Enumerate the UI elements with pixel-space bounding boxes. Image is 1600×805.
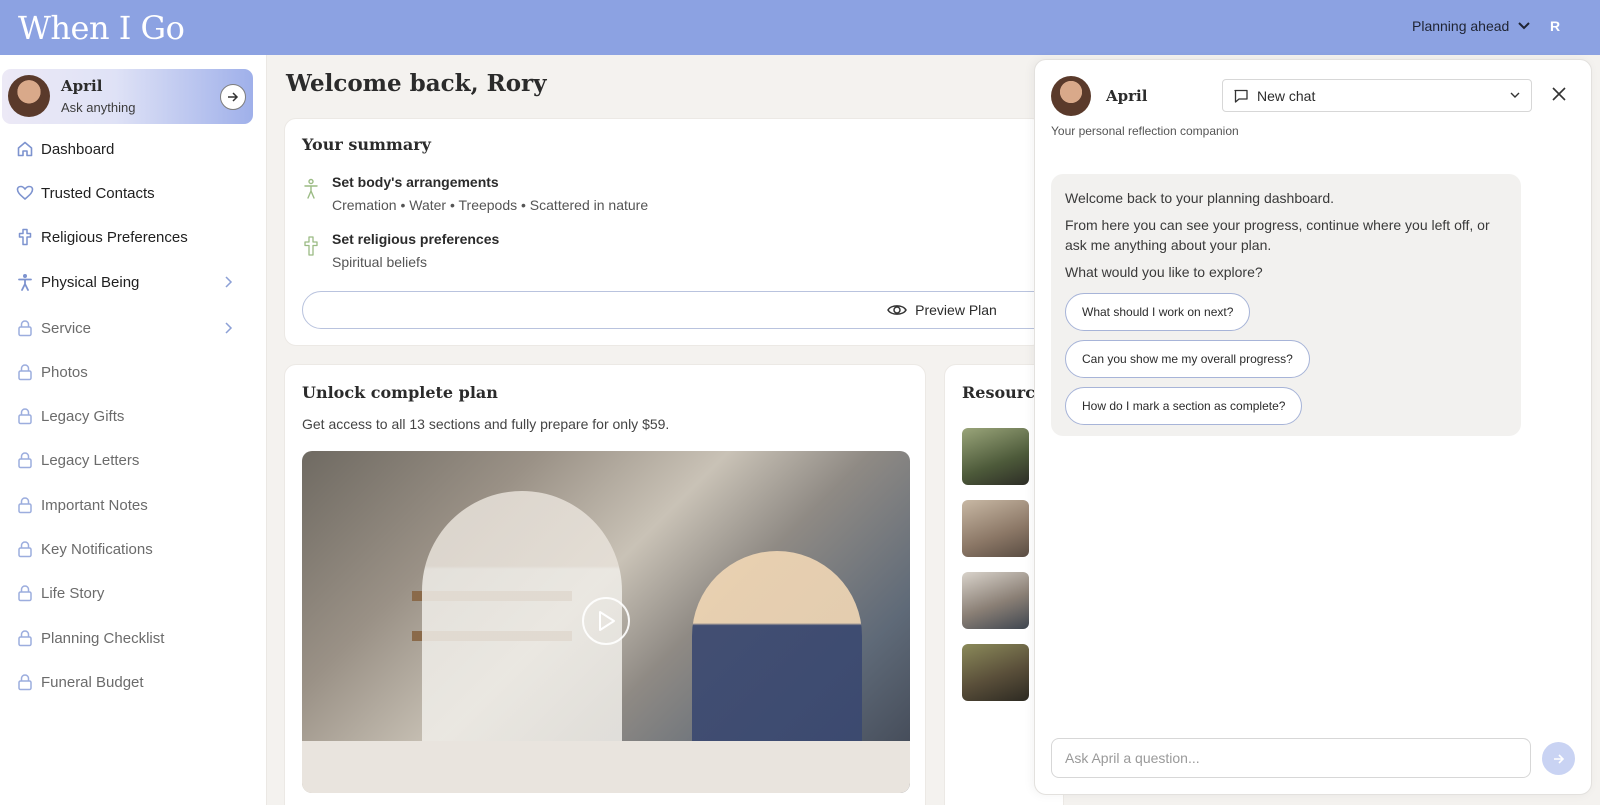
- preview-plan-button[interactable]: Preview Plan: [302, 291, 1062, 329]
- page-title: Welcome back, Rory: [286, 70, 547, 97]
- sidebar-item-important-notes[interactable]: Important Notes: [16, 494, 240, 516]
- lock-icon: [16, 407, 34, 425]
- person-icon: [16, 273, 34, 291]
- play-icon: [599, 611, 615, 631]
- sidebar-item-label: Photos: [41, 363, 88, 381]
- sidebar-item-service[interactable]: Service: [16, 317, 240, 339]
- april-avatar: [8, 75, 50, 117]
- sidebar-item-label: Life Story: [41, 584, 105, 602]
- chevron-right-icon: [225, 322, 233, 334]
- person-icon: [304, 178, 318, 199]
- resource-thumbnail[interactable]: [962, 644, 1029, 701]
- lock-icon: [16, 584, 34, 602]
- sidebar-item-label: Service: [41, 319, 92, 337]
- unlock-plan-card: Unlock complete plan Get access to all 1…: [284, 364, 926, 805]
- sidebar-item-label: Legacy Gifts: [41, 407, 125, 425]
- sidebar-item-label: Funeral Budget: [41, 673, 144, 691]
- april-open-button[interactable]: [220, 84, 246, 110]
- lock-icon: [16, 496, 34, 514]
- sidebar-item-religious-preferences[interactable]: Religious Preferences: [16, 226, 240, 248]
- chat-session-select[interactable]: New chat: [1222, 79, 1532, 112]
- suggestion-chip[interactable]: How do I mark a section as complete?: [1065, 387, 1303, 425]
- sidebar-item-label: Religious Preferences: [41, 228, 188, 246]
- summary-row-title: Set religious preferences: [332, 231, 500, 247]
- close-button[interactable]: [1551, 86, 1567, 107]
- lock-icon: [16, 363, 34, 381]
- logo[interactable]: When I Go: [18, 9, 185, 47]
- play-button[interactable]: [582, 597, 630, 645]
- summary-row-detail: Cremation • Water • Treepods • Scattered…: [332, 197, 649, 213]
- sidebar-item-legacy-letters[interactable]: Legacy Letters: [16, 449, 240, 471]
- close-icon: [1552, 87, 1566, 101]
- sidebar-item-funeral-budget[interactable]: Funeral Budget: [16, 671, 240, 693]
- chevron-down-icon: [1510, 92, 1520, 98]
- sidebar-item-label: Trusted Contacts: [41, 184, 155, 202]
- user-avatar[interactable]: R: [1550, 18, 1560, 34]
- chat-input[interactable]: [1051, 738, 1531, 778]
- resource-thumbnail[interactable]: [962, 500, 1029, 557]
- resources-title: Resource: [962, 383, 1046, 402]
- suggestion-chip[interactable]: Can you show me my overall progress?: [1065, 340, 1310, 378]
- preview-plan-label: Preview Plan: [915, 302, 997, 318]
- lock-icon: [16, 629, 34, 647]
- lock-icon: [16, 673, 34, 691]
- video-scene-table: [302, 741, 910, 793]
- sidebar-item-life-story[interactable]: Life Story: [16, 582, 240, 604]
- home-icon: [16, 140, 34, 158]
- sidebar-item-label: Physical Being: [41, 273, 140, 291]
- arrow-right-icon: [228, 92, 239, 102]
- sidebar-item-label: Dashboard: [41, 140, 115, 158]
- sidebar-item-physical-being[interactable]: Physical Being: [16, 271, 240, 293]
- sidebar-item-label: Legacy Letters: [41, 451, 140, 469]
- april-name: April: [61, 77, 103, 95]
- sidebar-item-planning-checklist[interactable]: Planning Checklist: [16, 627, 240, 649]
- chat-assistant-name: April: [1106, 87, 1148, 105]
- resource-thumbnail[interactable]: [962, 428, 1029, 485]
- planning-ahead-menu[interactable]: Planning ahead: [1412, 18, 1531, 34]
- chat-panel: April New chat Your personal reflection …: [1034, 59, 1592, 795]
- april-avatar: [1051, 76, 1091, 116]
- cross-icon: [16, 228, 34, 246]
- sidebar-item-legacy-gifts[interactable]: Legacy Gifts: [16, 405, 240, 427]
- lock-icon: [16, 319, 34, 337]
- summary-title: Your summary: [302, 135, 431, 154]
- send-button[interactable]: [1542, 742, 1575, 775]
- message-text: What would you like to explore?: [1065, 264, 1263, 280]
- summary-row-title: Set body's arrangements: [332, 174, 499, 190]
- chat-subtitle: Your personal reflection companion: [1051, 124, 1239, 138]
- unlock-description: Get access to all 13 sections and fully …: [302, 416, 670, 432]
- sidebar-item-photos[interactable]: Photos: [16, 361, 240, 383]
- summary-card: Your summary Set body's arrangements Cre…: [284, 118, 1062, 346]
- sidebar-item-label: Key Notifications: [41, 540, 153, 558]
- april-assistant-card[interactable]: April Ask anything: [2, 69, 253, 124]
- arrow-right-icon: [1553, 753, 1564, 764]
- sidebar-item-label: Planning Checklist: [41, 629, 165, 647]
- lock-icon: [16, 540, 34, 558]
- cross-icon: [304, 236, 318, 256]
- assistant-message: Welcome back to your planning dashboard.…: [1051, 174, 1521, 436]
- eye-icon: [887, 305, 907, 315]
- suggestion-chip[interactable]: What should I work on next?: [1065, 293, 1251, 331]
- sidebar-item-trusted-contacts[interactable]: Trusted Contacts: [16, 182, 240, 204]
- heart-icon: [16, 184, 34, 202]
- message-text: From here you can see your progress, con…: [1065, 217, 1490, 253]
- sidebar: April Ask anything Dashboard Trusted Con…: [0, 55, 267, 805]
- unlock-title: Unlock complete plan: [302, 383, 498, 402]
- planning-ahead-label: Planning ahead: [1412, 18, 1510, 34]
- chevron-down-icon: [1518, 22, 1531, 30]
- message-text: Welcome back to your planning dashboard.: [1065, 190, 1335, 206]
- resource-thumbnail[interactable]: [962, 572, 1029, 629]
- chat-session-label: New chat: [1257, 87, 1316, 104]
- sidebar-item-label: Important Notes: [41, 496, 148, 514]
- summary-row-detail: Spiritual beliefs: [332, 254, 427, 270]
- lock-icon: [16, 451, 34, 469]
- chevron-right-icon: [225, 276, 233, 288]
- sidebar-item-key-notifications[interactable]: Key Notifications: [16, 538, 240, 560]
- chat-bubble-icon: [1234, 89, 1248, 103]
- april-subtitle: Ask anything: [61, 100, 136, 115]
- sidebar-item-dashboard[interactable]: Dashboard: [16, 138, 240, 160]
- promo-video[interactable]: [302, 451, 910, 793]
- top-bar: When I Go Planning ahead R: [0, 0, 1600, 55]
